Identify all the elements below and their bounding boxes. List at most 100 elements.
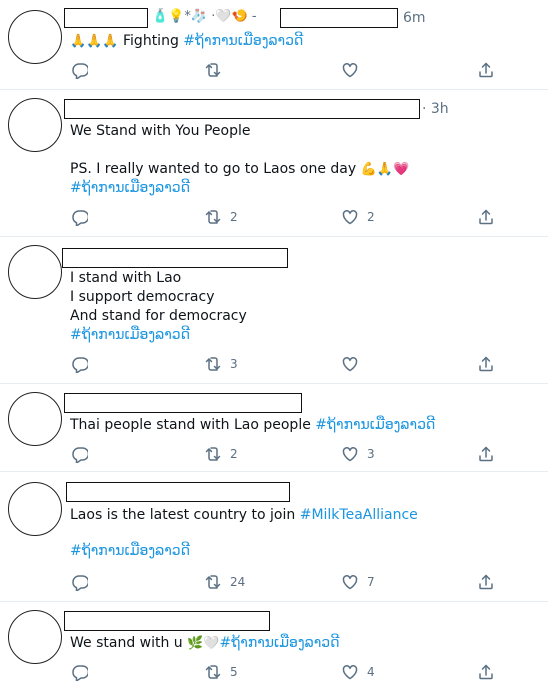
share-button[interactable] <box>477 572 495 592</box>
tweet-actions: 22 <box>0 207 548 227</box>
hashtag-link[interactable]: #ຖ້າການເມືອງລາວດີ <box>70 180 190 196</box>
avatar[interactable] <box>8 245 62 299</box>
tweet[interactable]: · 3h We Stand with You People PS. I real… <box>0 90 548 237</box>
text-span: Thai people stand with Lao people <box>70 417 316 433</box>
hashtag-link[interactable]: #ຖ້າການເມືອງລາວດີ <box>315 417 435 433</box>
like-icon <box>341 663 359 681</box>
tweet-text: And stand for democracy <box>70 308 247 324</box>
avatar[interactable] <box>8 482 62 536</box>
like-count: 2 <box>367 210 375 224</box>
tweet-text: I support democracy <box>70 289 215 305</box>
reply-button[interactable] <box>70 572 96 592</box>
tweet-time[interactable]: 6m <box>403 10 426 26</box>
tweet[interactable]: Laos is the latest country to join #Milk… <box>0 472 548 602</box>
tweet[interactable]: I stand with Lao I support democracy And… <box>0 237 548 384</box>
avatar[interactable] <box>8 98 62 152</box>
hashtag-link[interactable]: #ຖ້າການເມືອງລາວດີ <box>70 327 190 343</box>
like-icon <box>341 355 359 373</box>
user-name-redacted[interactable] <box>66 482 290 502</box>
reply-icon <box>70 573 88 591</box>
like-button[interactable]: 3 <box>341 444 375 464</box>
tweet[interactable]: 🧴💡*🧦 ·🤍🍤 - 6m 🙏🙏🙏 Fighting #ຖ້າການເມືອງລ… <box>0 0 548 90</box>
tweet-text: #ຖ້າການເມືອງລາວດີ <box>70 179 190 197</box>
reply-button[interactable] <box>70 354 96 374</box>
retweet-count: 5 <box>230 665 238 679</box>
tweet-text: I stand with Lao <box>70 270 182 286</box>
retweet-button[interactable]: 3 <box>204 354 238 374</box>
tweet-text: We stand with u 🌿🤍#ຖ້າການເມືອງລາວດີ <box>70 634 340 653</box>
user-name-redacted[interactable] <box>64 8 148 28</box>
name-emojis: 🧴💡*🧦 ·🤍🍤 - <box>152 9 257 24</box>
emoji: 🙏🙏🙏 <box>70 34 119 49</box>
text-span: PS. I really wanted to go to Laos one da… <box>70 161 361 177</box>
share-button[interactable] <box>477 60 495 80</box>
share-button[interactable] <box>477 444 495 464</box>
hashtag-link[interactable]: #ຖ້າການເມືອງລາວດີ <box>70 543 190 559</box>
reply-icon <box>70 663 88 681</box>
retweet-count: 3 <box>230 357 238 371</box>
like-icon <box>341 445 359 463</box>
retweet-button[interactable]: 2 <box>204 207 238 227</box>
reply-icon <box>70 355 88 373</box>
like-button[interactable]: 7 <box>341 572 375 592</box>
tweet-text: 🙏🙏🙏 Fighting #ຖ້າການເມືອງລາວດີ <box>70 32 303 51</box>
text-span: Fighting <box>118 33 184 49</box>
share-button[interactable] <box>477 662 495 682</box>
text-span: Laos is the latest country to join <box>70 507 300 523</box>
like-button[interactable]: 4 <box>341 662 375 682</box>
hashtag-link[interactable]: #ຖ້າການເມືອງລາວດີ <box>220 635 340 651</box>
user-name-redacted[interactable] <box>64 99 420 119</box>
tweet[interactable]: Thai people stand with Lao people #ຖ້າກາ… <box>0 384 548 472</box>
user-name-redacted[interactable] <box>64 611 270 631</box>
emoji: 🌿🤍 <box>187 636 220 651</box>
avatar[interactable] <box>8 392 62 446</box>
retweet-icon <box>204 61 222 79</box>
reply-icon <box>70 208 88 226</box>
like-icon <box>341 208 359 226</box>
reply-icon <box>70 445 88 463</box>
retweet-count: 24 <box>230 575 246 589</box>
tweet-actions: 54 <box>0 662 548 682</box>
emoji: 💪🙏💗 <box>360 162 410 177</box>
share-button[interactable] <box>477 354 495 374</box>
share-icon <box>477 573 495 591</box>
like-count: 7 <box>367 575 375 589</box>
share-button[interactable] <box>477 207 495 227</box>
user-name-redacted[interactable] <box>62 248 288 268</box>
share-icon <box>477 208 495 226</box>
user-name-redacted[interactable] <box>64 393 302 413</box>
hashtag-link[interactable]: #ຖ້າການເມືອງລາວດີ <box>183 33 303 49</box>
reply-button[interactable] <box>70 444 96 464</box>
retweet-count: 2 <box>230 210 238 224</box>
tweet-text: PS. I really wanted to go to Laos one da… <box>70 160 409 179</box>
tweet-text: #ຖ້າການເມືອງລາວດີ <box>70 542 190 560</box>
tweet-actions: 3 <box>0 354 548 374</box>
tweet[interactable]: We stand with u 🌿🤍#ຖ້າການເມືອງລາວດີ 54 <box>0 602 548 690</box>
share-icon <box>477 663 495 681</box>
retweet-icon <box>204 208 222 226</box>
like-button[interactable] <box>341 354 367 374</box>
retweet-button[interactable]: 24 <box>204 572 245 592</box>
tweet-text: Laos is the latest country to join #Milk… <box>70 506 418 524</box>
reply-button[interactable] <box>70 207 96 227</box>
like-button[interactable] <box>341 60 367 80</box>
like-button[interactable]: 2 <box>341 207 375 227</box>
share-icon <box>477 445 495 463</box>
avatar[interactable] <box>8 610 62 664</box>
avatar[interactable] <box>8 10 62 64</box>
tweet-time[interactable]: · 3h <box>422 101 449 117</box>
retweet-button[interactable] <box>204 60 230 80</box>
text-span: We stand with u <box>70 635 188 651</box>
retweet-icon <box>204 573 222 591</box>
reply-button[interactable] <box>70 60 96 80</box>
retweet-icon <box>204 663 222 681</box>
retweet-button[interactable]: 5 <box>204 662 238 682</box>
user-handle-redacted[interactable] <box>280 8 398 28</box>
reply-button[interactable] <box>70 662 96 682</box>
retweet-button[interactable]: 2 <box>204 444 238 464</box>
like-count: 4 <box>367 665 375 679</box>
tweet-text: We Stand with You People <box>70 123 251 139</box>
like-count: 3 <box>367 447 375 461</box>
share-icon <box>477 355 495 373</box>
hashtag-link[interactable]: #MilkTeaAlliance <box>300 507 418 523</box>
